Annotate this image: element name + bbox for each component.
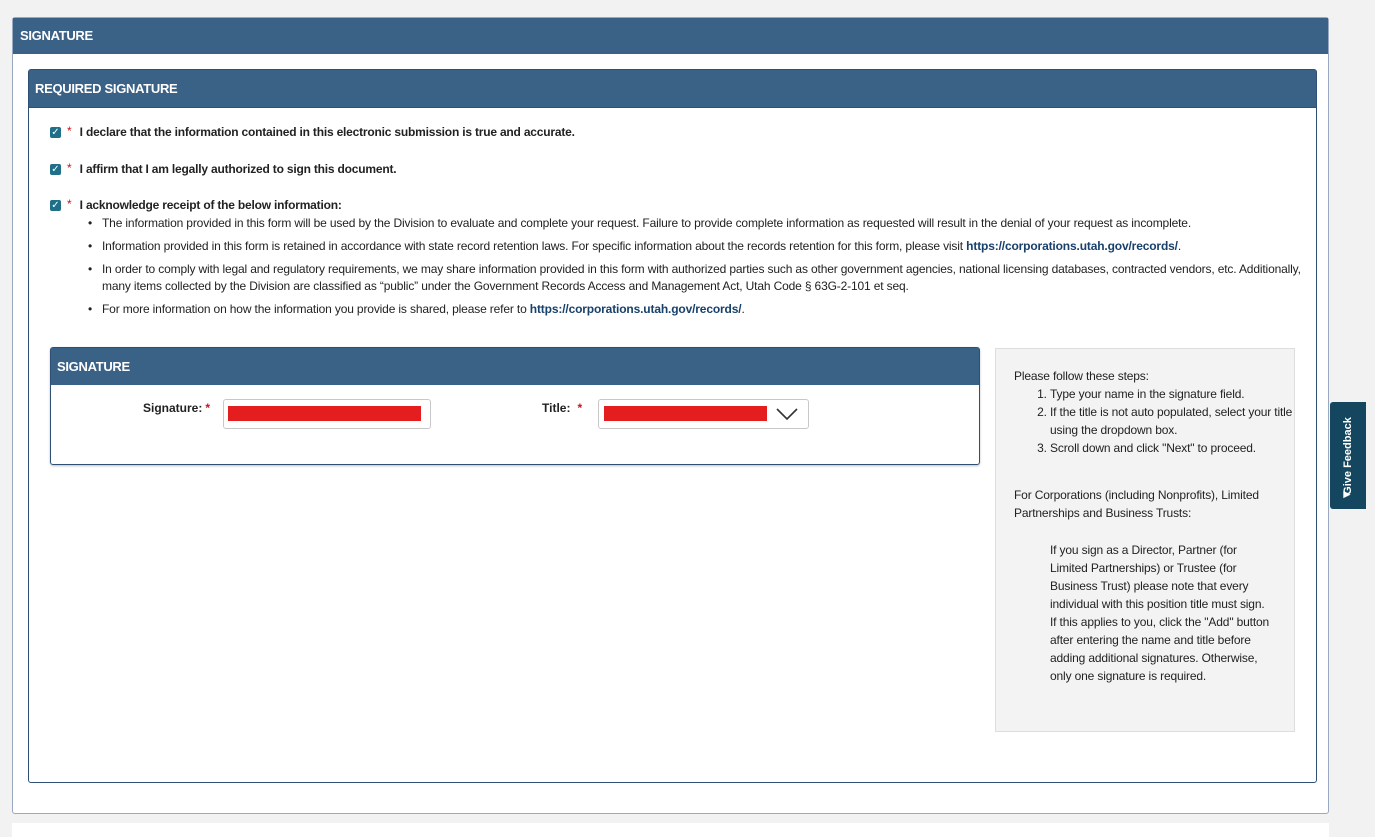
signature-panel-header: SIGNATURE xyxy=(13,18,1328,54)
help-panel: Please follow these steps: Type your nam… xyxy=(995,348,1295,732)
affirm-checkbox[interactable]: ✓ xyxy=(50,164,61,175)
signature-panel: SIGNATURE REQUIRED SIGNATURE ✓ * I decla… xyxy=(12,17,1329,814)
help-corp-note: If you sign as a Director, Partner (for … xyxy=(1050,543,1270,683)
signature-field-label: Signature: * xyxy=(143,401,211,415)
records-link[interactable]: https://corporations.utah.gov/records/ xyxy=(966,239,1178,253)
list-item: If the title is not auto populated, sele… xyxy=(1050,403,1300,439)
acknowledge-label: I acknowledge receipt of the below infor… xyxy=(79,198,342,212)
affirm-label: I affirm that I am legally authorized to… xyxy=(79,162,397,176)
required-marker: * xyxy=(67,161,72,175)
required-signature-header: REQUIRED SIGNATURE xyxy=(29,70,1316,108)
declare-label: I declare that the information contained… xyxy=(79,125,575,139)
help-intro: Please follow these steps: xyxy=(1014,369,1149,383)
list-item: The information provided in this form wi… xyxy=(86,215,1306,232)
redacted-value xyxy=(228,406,421,421)
acknowledge-list: The information provided in this form wi… xyxy=(86,215,1306,324)
required-marker: * xyxy=(67,197,72,211)
declare-check-row: ✓ * I declare that the information conta… xyxy=(50,125,575,139)
acknowledge-check-row: ✓ * I acknowledge receipt of the below i… xyxy=(50,198,342,212)
required-marker: * xyxy=(67,124,72,138)
declare-checkbox[interactable]: ✓ xyxy=(50,127,61,138)
megaphone-icon: ► xyxy=(1341,487,1353,501)
required-signature-panel: REQUIRED SIGNATURE ✓ * I declare that th… xyxy=(28,69,1317,783)
redacted-value xyxy=(604,406,767,421)
help-steps: Type your name in the signature field. I… xyxy=(1014,385,1300,457)
title-field-label: Title: * xyxy=(542,401,583,415)
list-item: Type your name in the signature field. xyxy=(1050,385,1300,403)
list-item: Information provided in this form is ret… xyxy=(86,238,1306,255)
list-item: For more information on how the informat… xyxy=(86,301,1306,318)
signature-input[interactable] xyxy=(223,399,431,429)
list-item: In order to comply with legal and regula… xyxy=(86,261,1306,295)
chevron-down-icon xyxy=(776,408,798,420)
affirm-check-row: ✓ * I affirm that I am legally authorize… xyxy=(50,161,397,176)
records-link[interactable]: https://corporations.utah.gov/records/ xyxy=(530,302,742,316)
title-select[interactable] xyxy=(598,399,809,429)
list-item: Scroll down and click "Next" to proceed. xyxy=(1050,439,1300,457)
help-corp-heading: For Corporations (including Nonprofits),… xyxy=(1014,488,1259,520)
acknowledge-checkbox[interactable]: ✓ xyxy=(50,200,61,211)
give-feedback-label: Give Feedback xyxy=(1342,416,1354,495)
signature-box: SIGNATURE Signature: * Title: * xyxy=(50,347,980,465)
give-feedback-button[interactable]: Give Feedback ► xyxy=(1330,402,1366,509)
signature-box-header: SIGNATURE xyxy=(51,348,979,385)
bottom-strip xyxy=(12,823,1329,837)
